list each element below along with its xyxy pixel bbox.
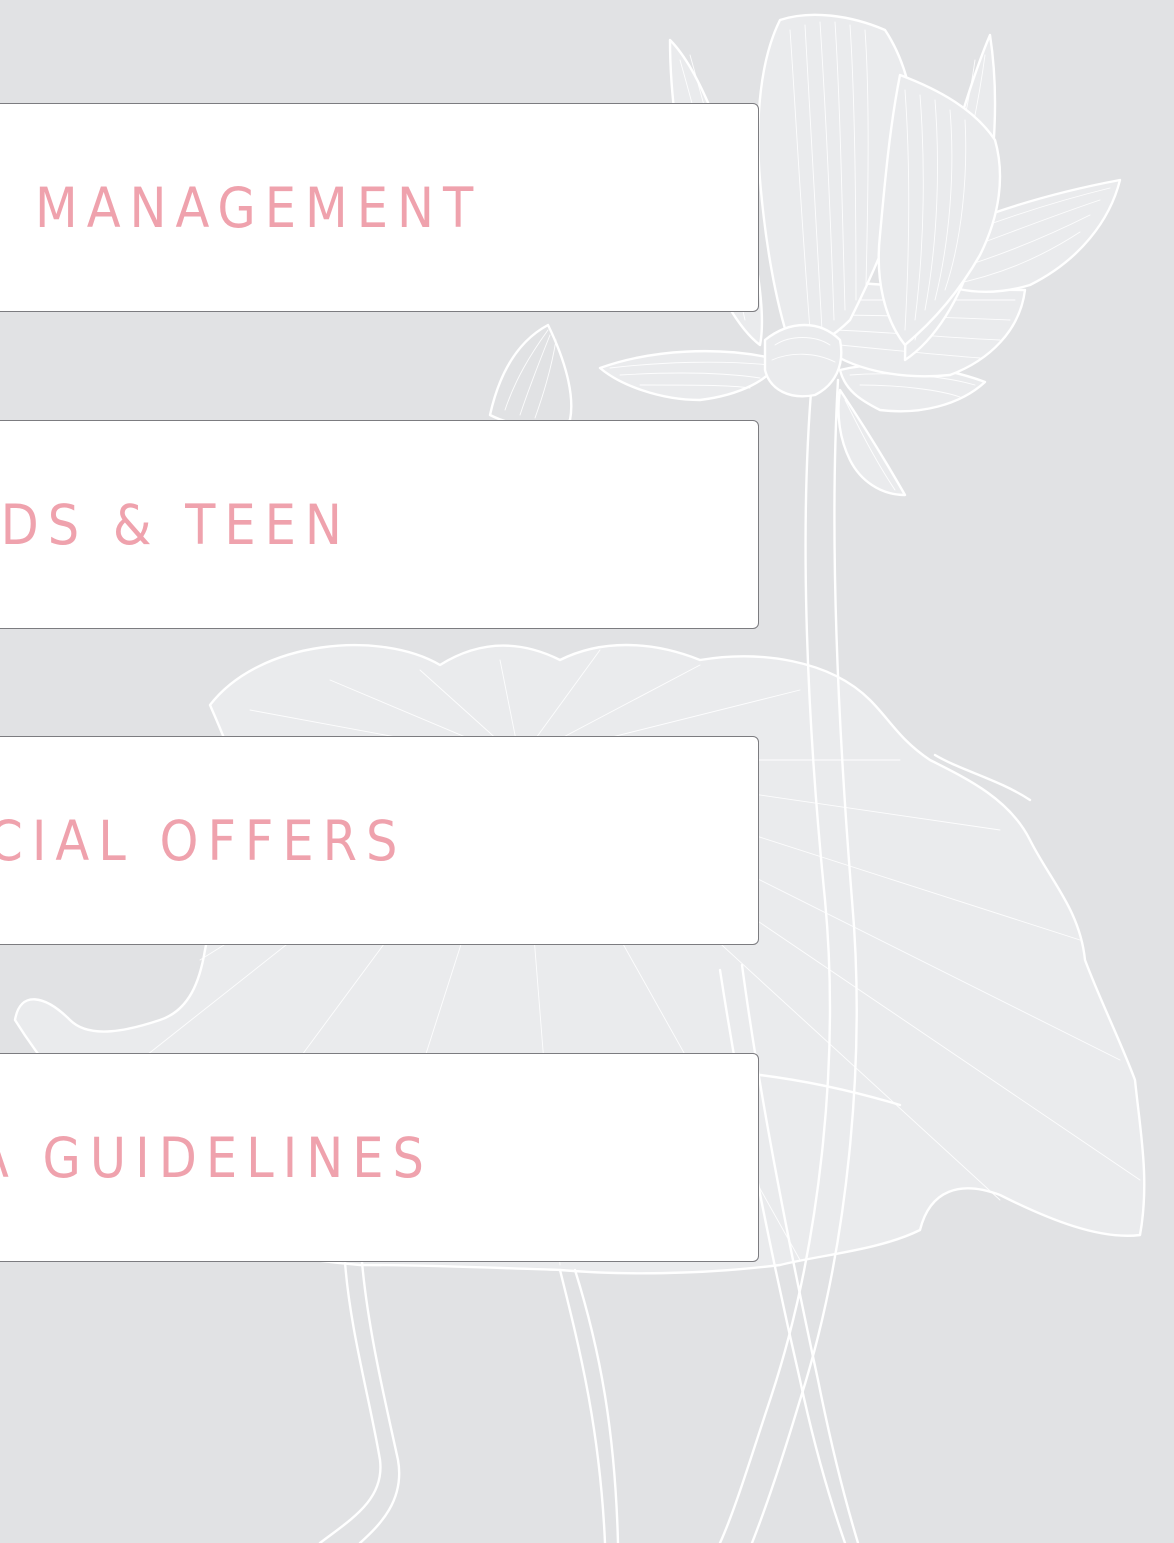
menu-item-guidelines[interactable]: A GUIDELINES (0, 1053, 759, 1262)
menu-item-special-offers[interactable]: ECIAL OFFERS (0, 736, 759, 945)
menu-item-label: MANAGEMENT (35, 175, 483, 240)
menu-item-label: A GUIDELINES (0, 1125, 433, 1190)
menu-item-kids-teen[interactable]: IDS & TEEN (0, 420, 759, 629)
menu-item-label: ECIAL OFFERS (0, 808, 407, 873)
menu-item-management[interactable]: MANAGEMENT (0, 103, 759, 312)
menu-item-label: IDS & TEEN (0, 492, 351, 557)
